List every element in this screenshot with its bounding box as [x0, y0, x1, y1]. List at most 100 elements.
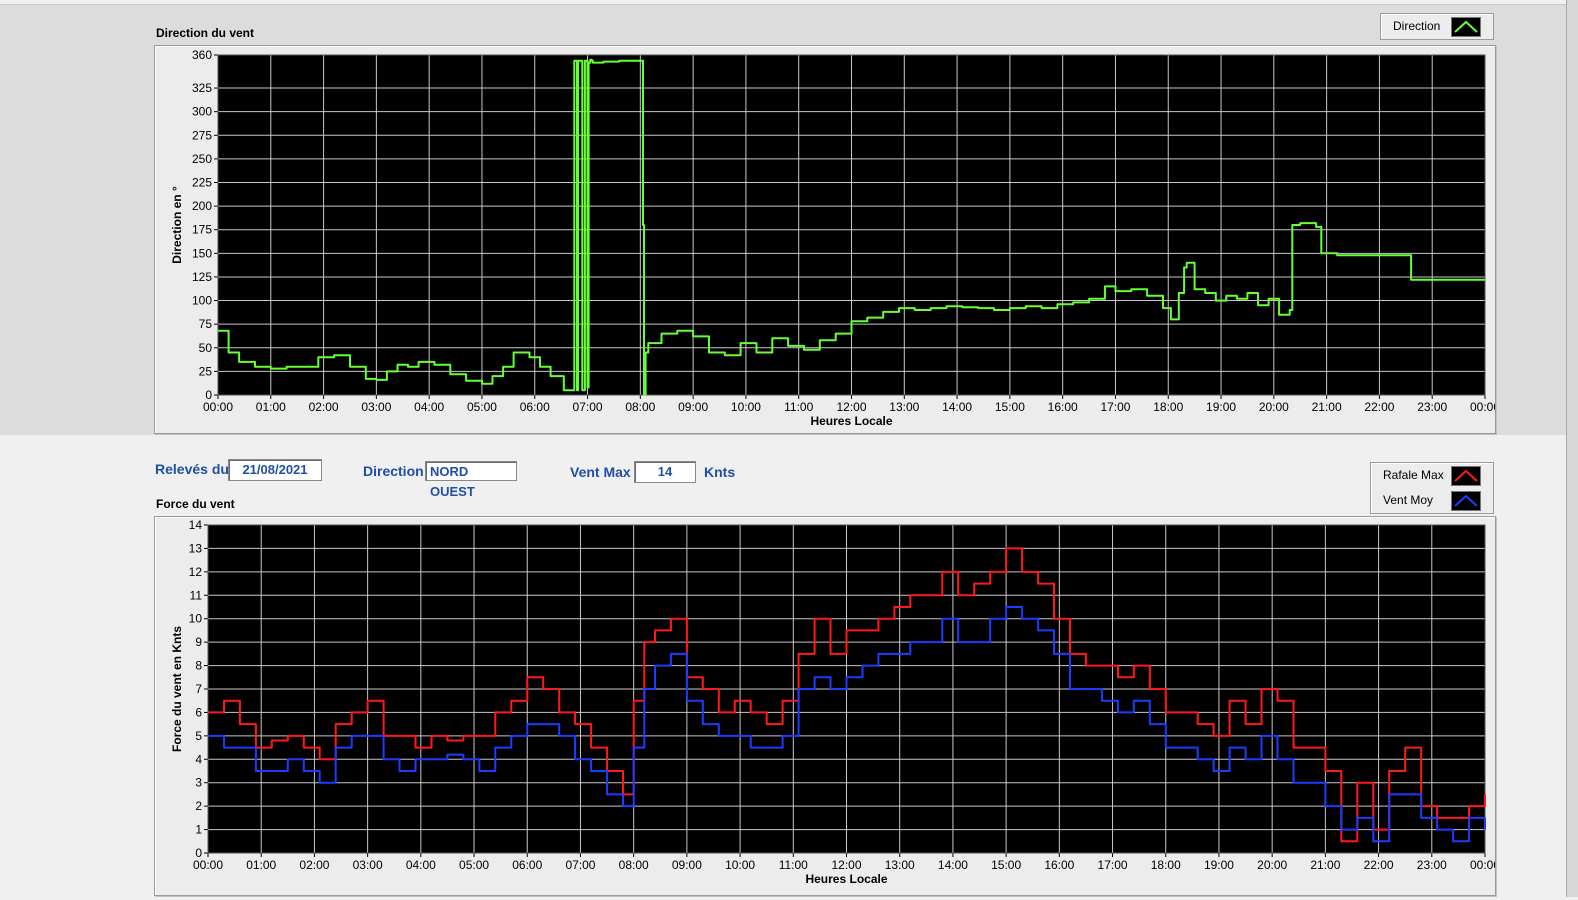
vent-max-unit: Knts	[704, 464, 736, 480]
x-tick-label: 06:00	[520, 400, 550, 414]
x-tick-label: 05:00	[459, 858, 489, 872]
y-tick-label: 12	[189, 565, 203, 579]
y-tick-label: 8	[195, 659, 202, 673]
x-tick-label: 09:00	[672, 858, 702, 872]
x-tick-label: 23:00	[1417, 400, 1447, 414]
y-tick-label: 300	[192, 105, 212, 119]
y-tick-label: 1	[195, 823, 202, 837]
y-tick-label: 360	[192, 48, 212, 62]
direction-chart-title: Direction du vent	[156, 26, 255, 40]
x-tick-label: 04:00	[406, 858, 436, 872]
x-tick-label: 00:00	[203, 400, 233, 414]
y-tick-label: 225	[192, 176, 212, 190]
legend-swatch-rafale	[1451, 466, 1481, 486]
y-tick-label: 6	[195, 705, 202, 719]
y-axis-title: Force du vent en Knts	[170, 626, 184, 752]
y-tick-label: 0	[195, 846, 202, 860]
x-tick-label: 15:00	[991, 858, 1021, 872]
y-tick-label: 4	[195, 752, 202, 766]
x-tick-label: 22:00	[1364, 400, 1394, 414]
y-tick-label: 11	[190, 588, 203, 602]
x-tick-label: 15:00	[995, 400, 1025, 414]
x-tick-label: 08:00	[625, 400, 655, 414]
y-tick-label: 175	[192, 223, 212, 237]
x-tick-label: 18:00	[1153, 400, 1183, 414]
y-tick-label: 9	[195, 635, 202, 649]
x-axis-title: Heures Locale	[805, 872, 887, 886]
y-tick-label: 10	[189, 612, 203, 626]
y-tick-label: 275	[192, 128, 212, 142]
x-tick-label: 21:00	[1310, 858, 1340, 872]
x-tick-label: 10:00	[725, 858, 755, 872]
x-tick-label: 11:00	[779, 858, 808, 872]
x-tick-label: 23:00	[1417, 858, 1447, 872]
direction-field[interactable]: NORD OUEST	[425, 461, 517, 499]
x-tick-label: 01:00	[256, 400, 286, 414]
x-tick-label: 00:00	[193, 858, 223, 872]
x-tick-label: 05:00	[467, 400, 497, 414]
x-tick-label: 13:00	[885, 858, 915, 872]
legend-item-direction: Direction	[1381, 14, 1493, 38]
legend-item-moy: Vent Moy	[1371, 488, 1493, 512]
y-tick-label: 0	[205, 388, 212, 402]
force-chart-title: Force du vent	[156, 497, 235, 511]
x-tick-label: 12:00	[831, 858, 861, 872]
legend-label-rafale: Rafale Max	[1383, 468, 1444, 482]
legend-item-rafale: Rafale Max	[1371, 463, 1493, 487]
x-tick-label: 17:00	[1098, 858, 1128, 872]
x-tick-label: 18:00	[1151, 858, 1181, 872]
x-tick-label: 14:00	[942, 400, 972, 414]
x-tick-label: 19:00	[1204, 858, 1234, 872]
direction-chart: 00:00 01:00 02:00 03:00 04:00 05:00 06:00 07:00…	[170, 48, 1500, 428]
x-tick-label: 01:00	[246, 858, 276, 872]
x-tick-label: 07:00	[573, 400, 603, 414]
x-tick-label: 14:00	[938, 858, 968, 872]
x-tick-label: 02:00	[299, 858, 329, 872]
x-tick-label: 10:00	[731, 400, 761, 414]
y-tick-label: 250	[192, 152, 212, 166]
y-tick-label: 3	[195, 776, 202, 790]
window-right-edge	[1566, 0, 1578, 897]
y-tick-label: 75	[199, 317, 213, 331]
legend-label-direction: Direction	[1393, 19, 1441, 33]
y-tick-label: 5	[195, 729, 202, 743]
y-tick-label: 13	[189, 541, 203, 555]
direction-chart-frame: 00:00 01:00 02:00 03:00 04:00 05:00 06:00 07:00…	[154, 45, 1500, 434]
vent-max-field[interactable]: 14	[634, 461, 696, 483]
x-tick-label: 11:00	[784, 400, 813, 414]
x-tick-label: 00:00	[1470, 858, 1495, 872]
x-tick-label: 03:00	[353, 858, 383, 872]
y-tick-label: 125	[192, 270, 212, 284]
x-tick-label: 21:00	[1312, 400, 1342, 414]
x-tick-label: 06:00	[512, 858, 542, 872]
vent-max-label: Vent Max	[570, 464, 631, 480]
y-tick-label: 2	[195, 799, 202, 813]
x-tick-label: 20:00	[1257, 858, 1287, 872]
x-tick-label: 09:00	[678, 400, 708, 414]
y-tick-label: 200	[192, 199, 212, 213]
y-tick-label: 50	[199, 341, 213, 355]
date-field[interactable]: 21/08/2021	[228, 459, 322, 481]
x-tick-label: 02:00	[309, 400, 339, 414]
x-tick-label: 20:00	[1259, 400, 1289, 414]
y-tick-label: 100	[192, 294, 212, 308]
y-tick-label: 14	[189, 518, 203, 532]
force-chart: 00:00 01:00 02:00 03:00 04:00 05:00 06:00 07:00…	[170, 518, 1500, 886]
force-legend: Rafale Max Vent Moy	[1370, 462, 1494, 514]
x-tick-label: 16:00	[1048, 400, 1078, 414]
direction-label: Direction	[363, 463, 424, 479]
x-tick-label: 04:00	[414, 400, 444, 414]
date-label: Relevés du	[155, 461, 229, 477]
y-tick-label: 7	[195, 682, 202, 696]
x-tick-label: 13:00	[889, 400, 919, 414]
x-tick-label: 08:00	[619, 858, 649, 872]
legend-swatch-direction	[1451, 17, 1481, 37]
legend-swatch-moy	[1451, 491, 1481, 511]
y-tick-label: 150	[192, 246, 212, 260]
x-tick-label: 12:00	[836, 400, 866, 414]
x-axis-title: Heures Locale	[810, 414, 892, 428]
x-tick-label: 00:00	[1470, 400, 1495, 414]
y-tick-label: 325	[192, 81, 212, 95]
x-tick-label: 19:00	[1206, 400, 1236, 414]
direction-legend: Direction	[1380, 13, 1494, 40]
